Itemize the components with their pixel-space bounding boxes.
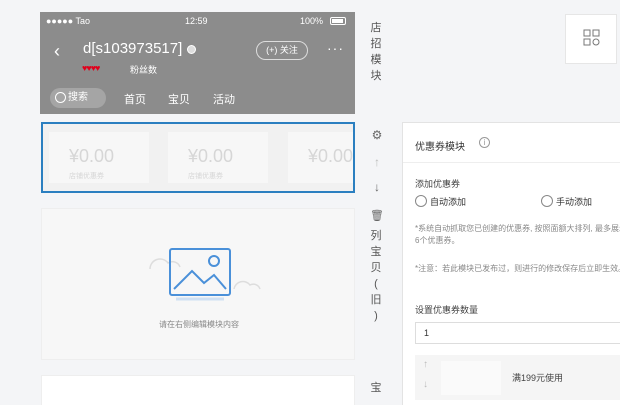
label-char: 宝: [370, 382, 382, 394]
trash-icon[interactable]: 🗑: [370, 209, 384, 222]
coupon-count-input[interactable]: 1: [415, 322, 620, 344]
module-library-button[interactable]: [565, 14, 617, 64]
shop-name: d[s103973517]: [83, 40, 183, 57]
label-char: 列: [370, 230, 382, 242]
label-char: ): [374, 310, 378, 322]
more-icon[interactable]: ···: [327, 40, 344, 56]
coupon-subtitle: 店铺优惠券: [69, 173, 104, 180]
coupon-settings-panel: 优惠券模块 i 添加优惠券 自动添加 手动添加 *系统自动抓取您已创建的优惠券,…: [402, 122, 620, 405]
coupon-amount: ¥0.00: [308, 146, 353, 166]
move-up-icon[interactable]: ↑: [423, 359, 428, 370]
shop-sign-module[interactable]: ●●●●● Tao 12:59 100% ‹ d[s103973517] (+)…: [40, 12, 355, 114]
coupon-condition: 满199元使用: [512, 373, 564, 383]
rating-hearts-icon: ♥♥♥♥: [82, 63, 100, 73]
battery-percent: 100%: [300, 16, 324, 26]
move-up-icon[interactable]: ↑: [370, 155, 384, 169]
coupon-count-label: 设置优惠券数量: [415, 305, 479, 315]
grid-icon: [583, 29, 600, 46]
image-placeholder-icon: [149, 248, 261, 301]
label-char: 块: [370, 70, 382, 82]
search-icon: [55, 92, 66, 103]
coupon-thumbnail: [441, 361, 501, 395]
coupon-card: ¥0.00 店铺优惠券: [168, 132, 268, 183]
move-down-icon[interactable]: ↓: [370, 180, 384, 194]
fans-label: 粉丝数: [130, 65, 158, 75]
radio-manual-add[interactable]: 手动添加: [541, 195, 592, 208]
tab-home[interactable]: 首页: [124, 91, 146, 107]
empty-module-hint: 请在右侧编辑模块内容: [159, 320, 239, 329]
info-icon[interactable]: i: [479, 137, 490, 148]
status-time: 12:59: [185, 16, 208, 26]
add-coupon-label: 添加优惠券: [415, 179, 461, 189]
next-module-label: 宝: [369, 380, 383, 396]
label-char: 招: [370, 38, 382, 50]
move-down-icon[interactable]: ↓: [423, 379, 428, 390]
label-char: 旧: [370, 294, 382, 306]
status-bar: ●●●●● Tao 12:59 100%: [40, 12, 355, 30]
carrier-label: ●●●●● Tao: [46, 16, 91, 26]
gear-icon[interactable]: ⚙: [370, 128, 384, 142]
item-list-module-preview[interactable]: 请在右侧编辑模块内容: [41, 208, 355, 360]
verified-icon: [187, 45, 196, 54]
shop-sign-module-label: 店 招 模 块: [369, 20, 383, 84]
coupon-subtitle: 店铺优惠券: [188, 173, 223, 180]
battery-icon: [330, 17, 346, 25]
editor-canvas: ●●●●● Tao 12:59 100% ‹ d[s103973517] (+)…: [0, 0, 620, 405]
coupon-amount: ¥0.00: [69, 146, 115, 166]
item-list-module-label: 列 宝 贝 ( 旧 ): [369, 228, 383, 324]
label-char: 宝: [370, 246, 382, 258]
auto-fetch-note: *系统自动抓取您已创建的优惠券, 按照面额大排列, 最多展示6个优惠券。: [415, 224, 620, 245]
next-module-preview[interactable]: [41, 375, 355, 405]
coupon-amount: ¥0.00: [188, 146, 234, 166]
search-button[interactable]: 搜索: [50, 88, 106, 108]
coupon-module-preview[interactable]: ¥0.00 店铺优惠券 ¥0.00 店铺优惠券 ¥0.00: [41, 122, 355, 193]
back-icon[interactable]: ‹: [54, 42, 60, 60]
follow-button[interactable]: (+) 关注: [256, 41, 308, 60]
coupon-card: ¥0.00 店铺优惠券: [49, 132, 149, 183]
coupon-list-item[interactable]: ↑ ↓ 满199元使用: [415, 355, 620, 400]
label-char: 模: [370, 54, 382, 66]
label-char: 店: [370, 22, 382, 34]
publish-note: *注意：若此模块已发布过，则进行的修改保存后立即生效。: [415, 264, 620, 273]
coupon-card: ¥0.00: [288, 132, 353, 183]
panel-title: 优惠券模块: [415, 142, 465, 153]
label-char: (: [374, 278, 378, 290]
label-char: 贝: [370, 262, 382, 274]
divider: [403, 162, 620, 163]
tab-activities[interactable]: 活动: [213, 91, 235, 107]
tab-items[interactable]: 宝贝: [168, 91, 190, 107]
radio-auto-add[interactable]: 自动添加: [415, 195, 466, 208]
search-label: 搜索: [68, 92, 88, 103]
